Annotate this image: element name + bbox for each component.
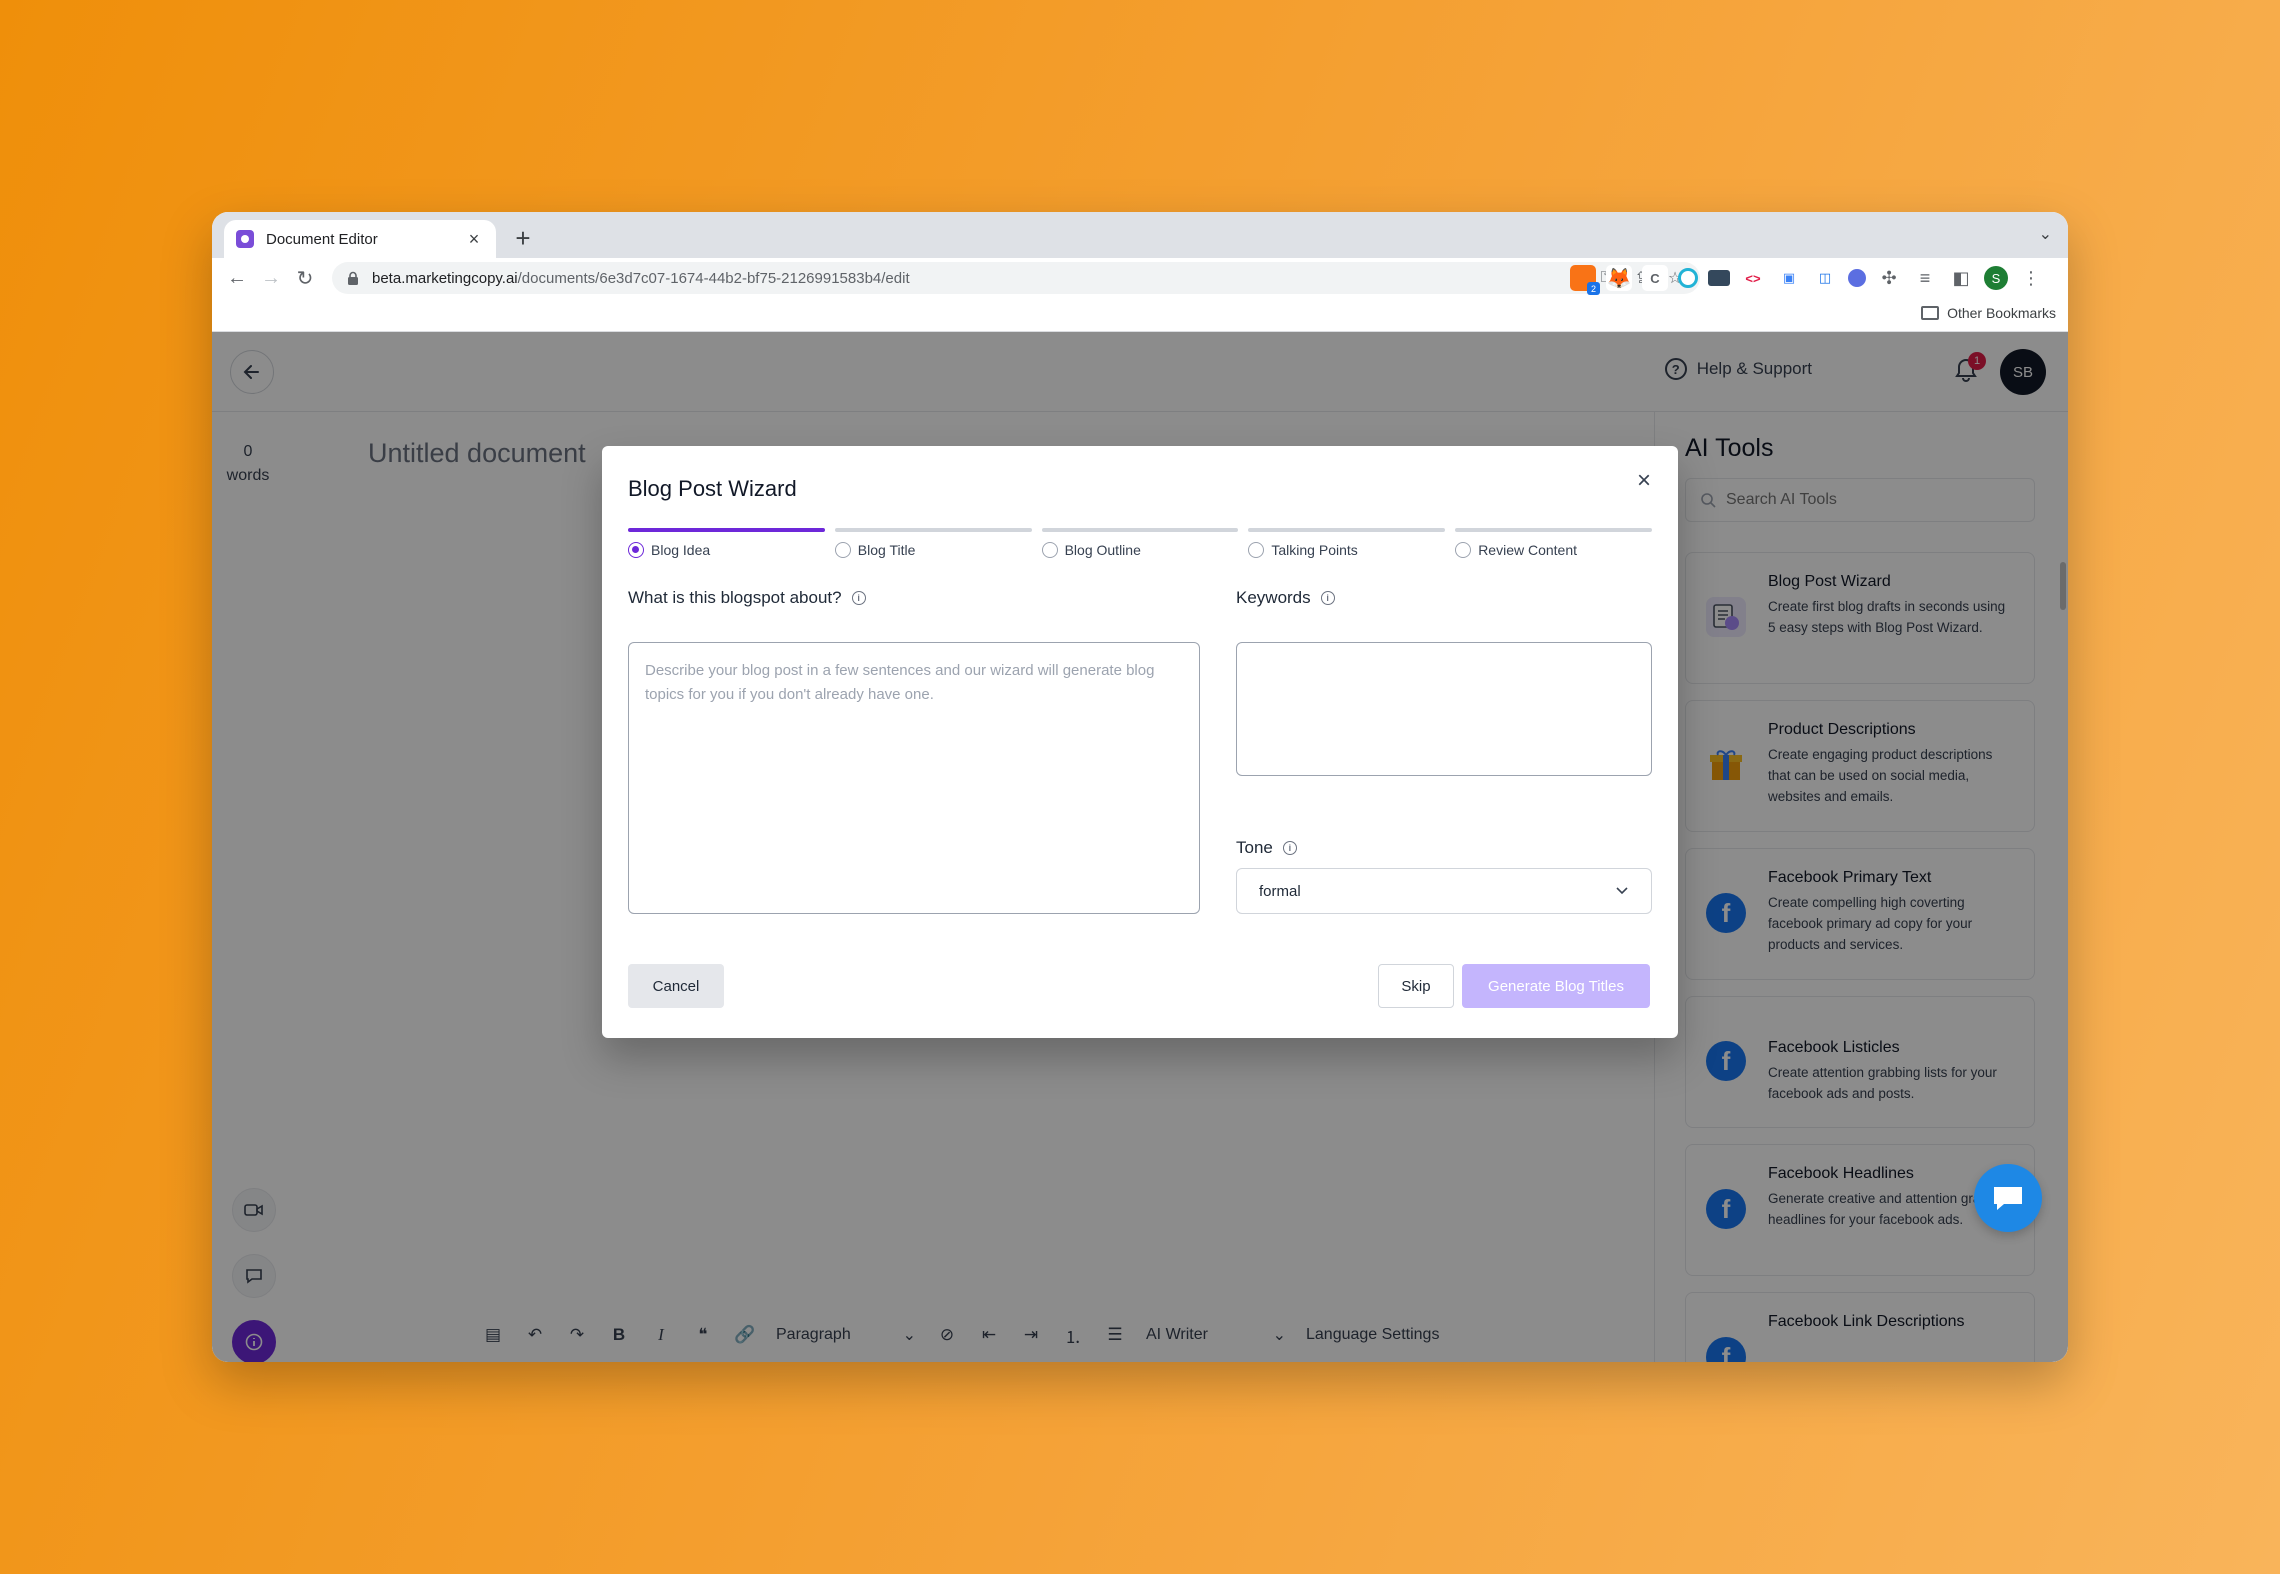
tone-field-label: Tone i xyxy=(1236,838,1297,858)
forward-arrow-icon[interactable]: → xyxy=(254,261,288,295)
back-arrow-icon[interactable]: ← xyxy=(220,261,254,295)
step-blog-outline[interactable]: Blog Outline xyxy=(1041,528,1239,558)
radio-icon xyxy=(1248,542,1265,558)
folder-icon xyxy=(1921,306,1940,320)
radio-icon xyxy=(834,542,851,558)
reload-icon[interactable]: ↻ xyxy=(288,261,322,295)
tab-title: Document Editor xyxy=(266,230,378,248)
radio-icon xyxy=(1455,542,1472,558)
extension-video-icon[interactable] xyxy=(1708,270,1730,286)
step-talking-points[interactable]: Talking Points xyxy=(1248,528,1446,558)
info-icon[interactable]: i xyxy=(1282,841,1297,855)
browser-menu-icon[interactable]: ⋮ xyxy=(2018,265,2044,291)
step-blog-title[interactable]: Blog Title xyxy=(834,528,1032,558)
generate-blog-titles-button[interactable]: Generate Blog Titles xyxy=(1462,964,1650,1008)
radio-icon xyxy=(1041,542,1058,558)
chevron-down-icon xyxy=(1616,887,1628,895)
extension-code-icon[interactable]: <> xyxy=(1740,265,1766,291)
tab-close-icon[interactable]: × xyxy=(464,229,484,250)
extension-image-icon[interactable]: ▣ xyxy=(1776,265,1802,291)
step-review-content[interactable]: Review Content xyxy=(1455,528,1652,558)
step-progress-bar xyxy=(1455,528,1652,532)
tab-strip: Document Editor × + ⌄ xyxy=(212,212,2068,258)
extension-window-icon[interactable]: ◫ xyxy=(1812,265,1838,291)
step-progress-bar xyxy=(1041,528,1239,532)
new-tab-icon[interactable]: + xyxy=(508,224,538,254)
reading-list-icon[interactable]: ≡ xyxy=(1912,265,1938,291)
tone-selected-value: formal xyxy=(1259,882,1301,900)
step-label: Review Content xyxy=(1478,542,1578,558)
extension-circle-icon[interactable] xyxy=(1678,268,1698,288)
about-field-label: What is this blogspot about? i xyxy=(628,588,866,608)
browser-window: Document Editor × + ⌄ ← → ↻ beta.marketi… xyxy=(212,212,2068,1362)
wizard-steps: Blog Idea Blog Title Blog Outline Talkin… xyxy=(628,528,1652,558)
lock-icon xyxy=(348,271,358,285)
extension-chat-icon[interactable] xyxy=(1848,269,1866,287)
bookmarks-bar: Other Bookmarks xyxy=(212,298,2068,332)
extensions-puzzle-icon[interactable]: ✣ xyxy=(1876,265,1902,291)
modal-title: Blog Post Wizard xyxy=(628,476,797,501)
step-label: Talking Points xyxy=(1271,542,1358,558)
step-label: Blog Title xyxy=(857,542,916,558)
browser-tab[interactable]: Document Editor × xyxy=(224,220,496,258)
close-icon[interactable]: × xyxy=(1632,469,1656,494)
tone-select[interactable]: formal xyxy=(1236,868,1652,914)
tab-search-chevron-icon[interactable]: ⌄ xyxy=(2039,224,2052,244)
step-progress-bar xyxy=(1248,528,1446,532)
keywords-field-label: Keywords i xyxy=(1236,588,1335,608)
radio-icon xyxy=(628,542,644,558)
metamask-fox-icon[interactable]: 🦊 xyxy=(1606,265,1632,291)
extension-c-icon[interactable]: C xyxy=(1642,265,1668,291)
step-progress-bar xyxy=(628,528,825,532)
other-bookmarks-label: Other Bookmarks xyxy=(1947,305,2056,321)
blog-about-textarea[interactable] xyxy=(628,642,1200,914)
step-label: Blog Outline xyxy=(1064,542,1141,558)
step-progress-bar xyxy=(834,528,1032,532)
step-blog-idea[interactable]: Blog Idea xyxy=(628,528,825,558)
info-icon[interactable]: i xyxy=(1320,591,1335,605)
other-bookmarks[interactable]: Other Bookmarks xyxy=(1921,305,2056,321)
extensions-row: 2 🦊 C <> ▣ ◫ ✣ ≡ ◧ S ⋮ xyxy=(1570,262,2044,295)
info-icon[interactable]: i xyxy=(851,591,866,605)
cancel-button[interactable]: Cancel xyxy=(628,964,724,1008)
url-text: beta.marketingcopy.ai/documents/6e3d7c07… xyxy=(372,269,910,287)
step-label: Blog Idea xyxy=(651,542,711,558)
side-panel-icon[interactable]: ◧ xyxy=(1948,265,1974,291)
profile-avatar[interactable]: S xyxy=(1984,266,2008,290)
extension-badge: 2 xyxy=(1587,282,1600,295)
address-bar[interactable]: beta.marketingcopy.ai/documents/6e3d7c07… xyxy=(332,262,1700,294)
chat-bubble-icon xyxy=(1994,1187,2022,1210)
skip-button[interactable]: Skip xyxy=(1378,964,1454,1008)
app-favicon-icon xyxy=(236,230,254,248)
keywords-textarea[interactable] xyxy=(1236,642,1652,776)
extension-orange-icon[interactable]: 2 xyxy=(1570,265,1600,295)
support-chat-button[interactable] xyxy=(1974,1164,2042,1232)
blog-post-wizard-modal: Blog Post Wizard × Blog Idea Blog Title … xyxy=(602,446,1678,1038)
